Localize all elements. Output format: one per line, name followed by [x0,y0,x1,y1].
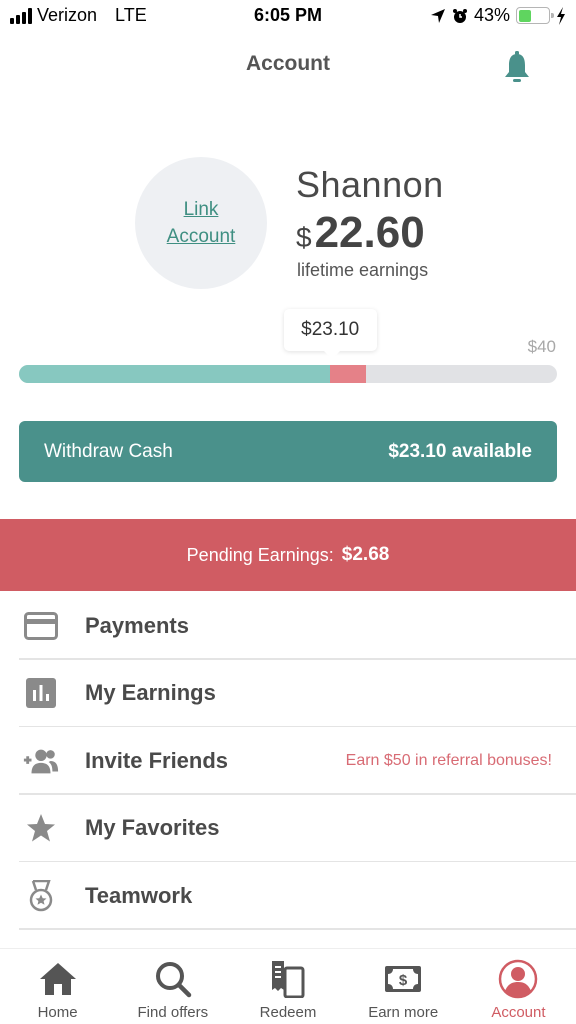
pending-earnings-banner[interactable]: Pending Earnings: $2.68 [0,519,576,591]
menu-label: My Favorites [85,815,220,841]
location-arrow-icon [430,8,445,23]
medal-icon [22,879,60,913]
referral-bonus-text: Earn $50 in referral bonuses! [345,751,552,769]
progress-pending-fill [329,365,366,383]
tab-find-offers[interactable]: Find offers [115,949,230,1024]
tab-redeem[interactable]: Redeem [230,949,345,1024]
bell-icon[interactable] [502,50,532,84]
bar-chart-icon [22,676,60,710]
menu-item-teamwork[interactable]: Teamwork [0,862,576,930]
goal-label: $40 [527,337,556,356]
battery-percent: 43% [473,5,510,25]
home-icon [38,959,78,999]
tab-bar: Home Find offers Redeem $ Earn more Acco… [0,948,576,1024]
lifetime-earnings-label: lifetime earnings [297,260,429,280]
tab-label: Account [491,1004,546,1021]
menu-label: Teamwork [85,882,193,908]
tab-label: Earn more [368,1004,439,1021]
withdraw-available-amount: $23.10 available [388,440,532,462]
menu-label: My Earnings [85,680,216,706]
menu-label: Invite Friends [85,747,229,773]
tab-label: Find offers [137,1004,209,1021]
pending-amount: $2.68 [341,544,390,565]
lifetime-earnings-value: 22.60 [314,208,425,257]
link-account-button[interactable]: Link Account [135,157,267,289]
link-account-line2[interactable]: Account [167,223,236,250]
battery-icon [516,7,554,24]
status-right: 43% [430,5,566,26]
credit-card-icon [22,609,60,643]
status-bar: Verizon LTE 6:05 PM 43% [0,0,576,34]
tab-earn-more[interactable]: $ Earn more [346,949,461,1024]
account-menu: Payments My Earnings Invite Friends Earn… [0,592,576,930]
menu-item-invite-friends[interactable]: Invite Friends Earn $50 in referral bonu… [0,727,576,795]
tab-account[interactable]: Account [461,949,576,1024]
menu-item-my-favorites[interactable]: My Favorites [0,795,576,863]
search-icon [153,959,193,999]
header: Account [0,44,576,90]
withdraw-label: Withdraw Cash [44,440,173,462]
charging-bolt-icon [557,6,565,25]
link-account-line1[interactable]: Link [184,196,219,223]
tab-label: Redeem [259,1004,317,1021]
svg-text:$: $ [399,972,408,989]
currency-symbol: $ [296,222,312,253]
withdraw-cash-button[interactable]: Withdraw Cash $23.10 available [19,421,557,482]
menu-label: Payments [85,612,189,638]
tab-home[interactable]: Home [0,949,115,1024]
menu-item-my-earnings[interactable]: My Earnings [0,660,576,728]
alarm-icon [452,8,467,23]
add-people-icon [22,744,60,778]
current-balance-tooltip: $23.10 [283,309,377,359]
menu-item-payments[interactable]: Payments [0,592,576,660]
cash-icon: $ [383,959,423,999]
pending-label: Pending Earnings: [186,544,334,565]
page-title: Account [246,52,330,75]
receipt-phone-icon [268,959,308,999]
profile-name: Shannon [296,164,444,205]
lifetime-earnings: $ 22.60 [296,208,425,258]
account-icon [498,959,538,999]
tab-label: Home [37,1004,78,1021]
star-icon [22,811,60,845]
progress-available-fill [19,365,330,383]
earnings-progress-bar [19,365,557,383]
